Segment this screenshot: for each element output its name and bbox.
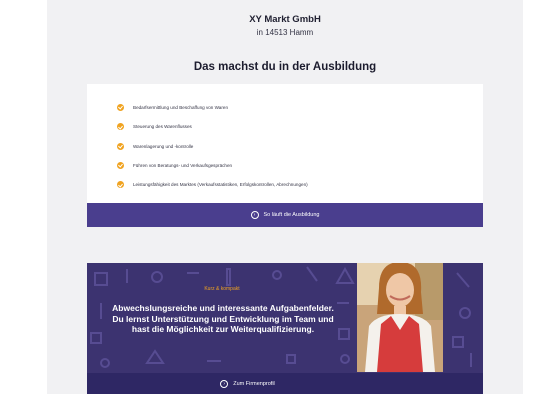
company-name: XY Markt GmbH — [249, 14, 321, 25]
promo-kicker: Kurz & kompakt — [204, 286, 240, 292]
company-location: in 14513 Hamm — [256, 28, 314, 37]
check-circle-icon — [117, 123, 124, 131]
list-item: Warenlagerung und -kontrolle — [117, 137, 308, 156]
check-circle-icon — [117, 104, 124, 112]
circle-arrow-icon: › — [250, 211, 259, 219]
list-item: Führen von Beratungs- und Verkaufsgesprä… — [117, 156, 308, 175]
check-circle-icon — [117, 142, 124, 150]
circle-arrow-icon: › — [220, 379, 229, 388]
promo-banner: Kurz & kompakt Abwechslungsreiche und in… — [87, 263, 483, 394]
task-text: Bedarfsermittlung und Beschaffung von Wa… — [133, 105, 228, 111]
promo-headline: Abwechslungsreiche und interessante Aufg… — [112, 303, 334, 334]
check-circle-icon — [117, 162, 124, 170]
task-text: Leistungsfähigkeit des Marktes (Verkaufs… — [133, 182, 308, 188]
task-list: Bedarfsermittlung und Beschaffung von Wa… — [117, 98, 308, 194]
list-item: Bedarfsermittlung und Beschaffung von Wa… — [117, 98, 308, 117]
list-item: Leistungsfähigkeit des Marktes (Verkaufs… — [117, 175, 308, 194]
company-profile-button[interactable]: › Zum Firmenprofil — [87, 373, 483, 394]
task-text: Warenlagerung und -kontrolle — [133, 143, 194, 149]
training-process-button[interactable]: › So läuft die Ausbildung — [87, 203, 483, 227]
section-title: Das machst du in der Ausbildung — [193, 61, 377, 73]
company-page: XY Markt GmbH in 14513 Hamm Das machst d… — [47, 0, 523, 394]
task-text: Steuerung des Warenflusses — [133, 124, 192, 130]
trainee-photo — [357, 263, 443, 372]
company-profile-label: Zum Firmenprofil — [233, 380, 275, 387]
training-process-label: So läuft die Ausbildung — [263, 212, 320, 218]
task-text: Führen von Beratungs- und Verkaufsgesprä… — [133, 163, 233, 169]
list-item: Steuerung des Warenflusses — [117, 117, 308, 136]
check-circle-icon — [117, 181, 124, 189]
